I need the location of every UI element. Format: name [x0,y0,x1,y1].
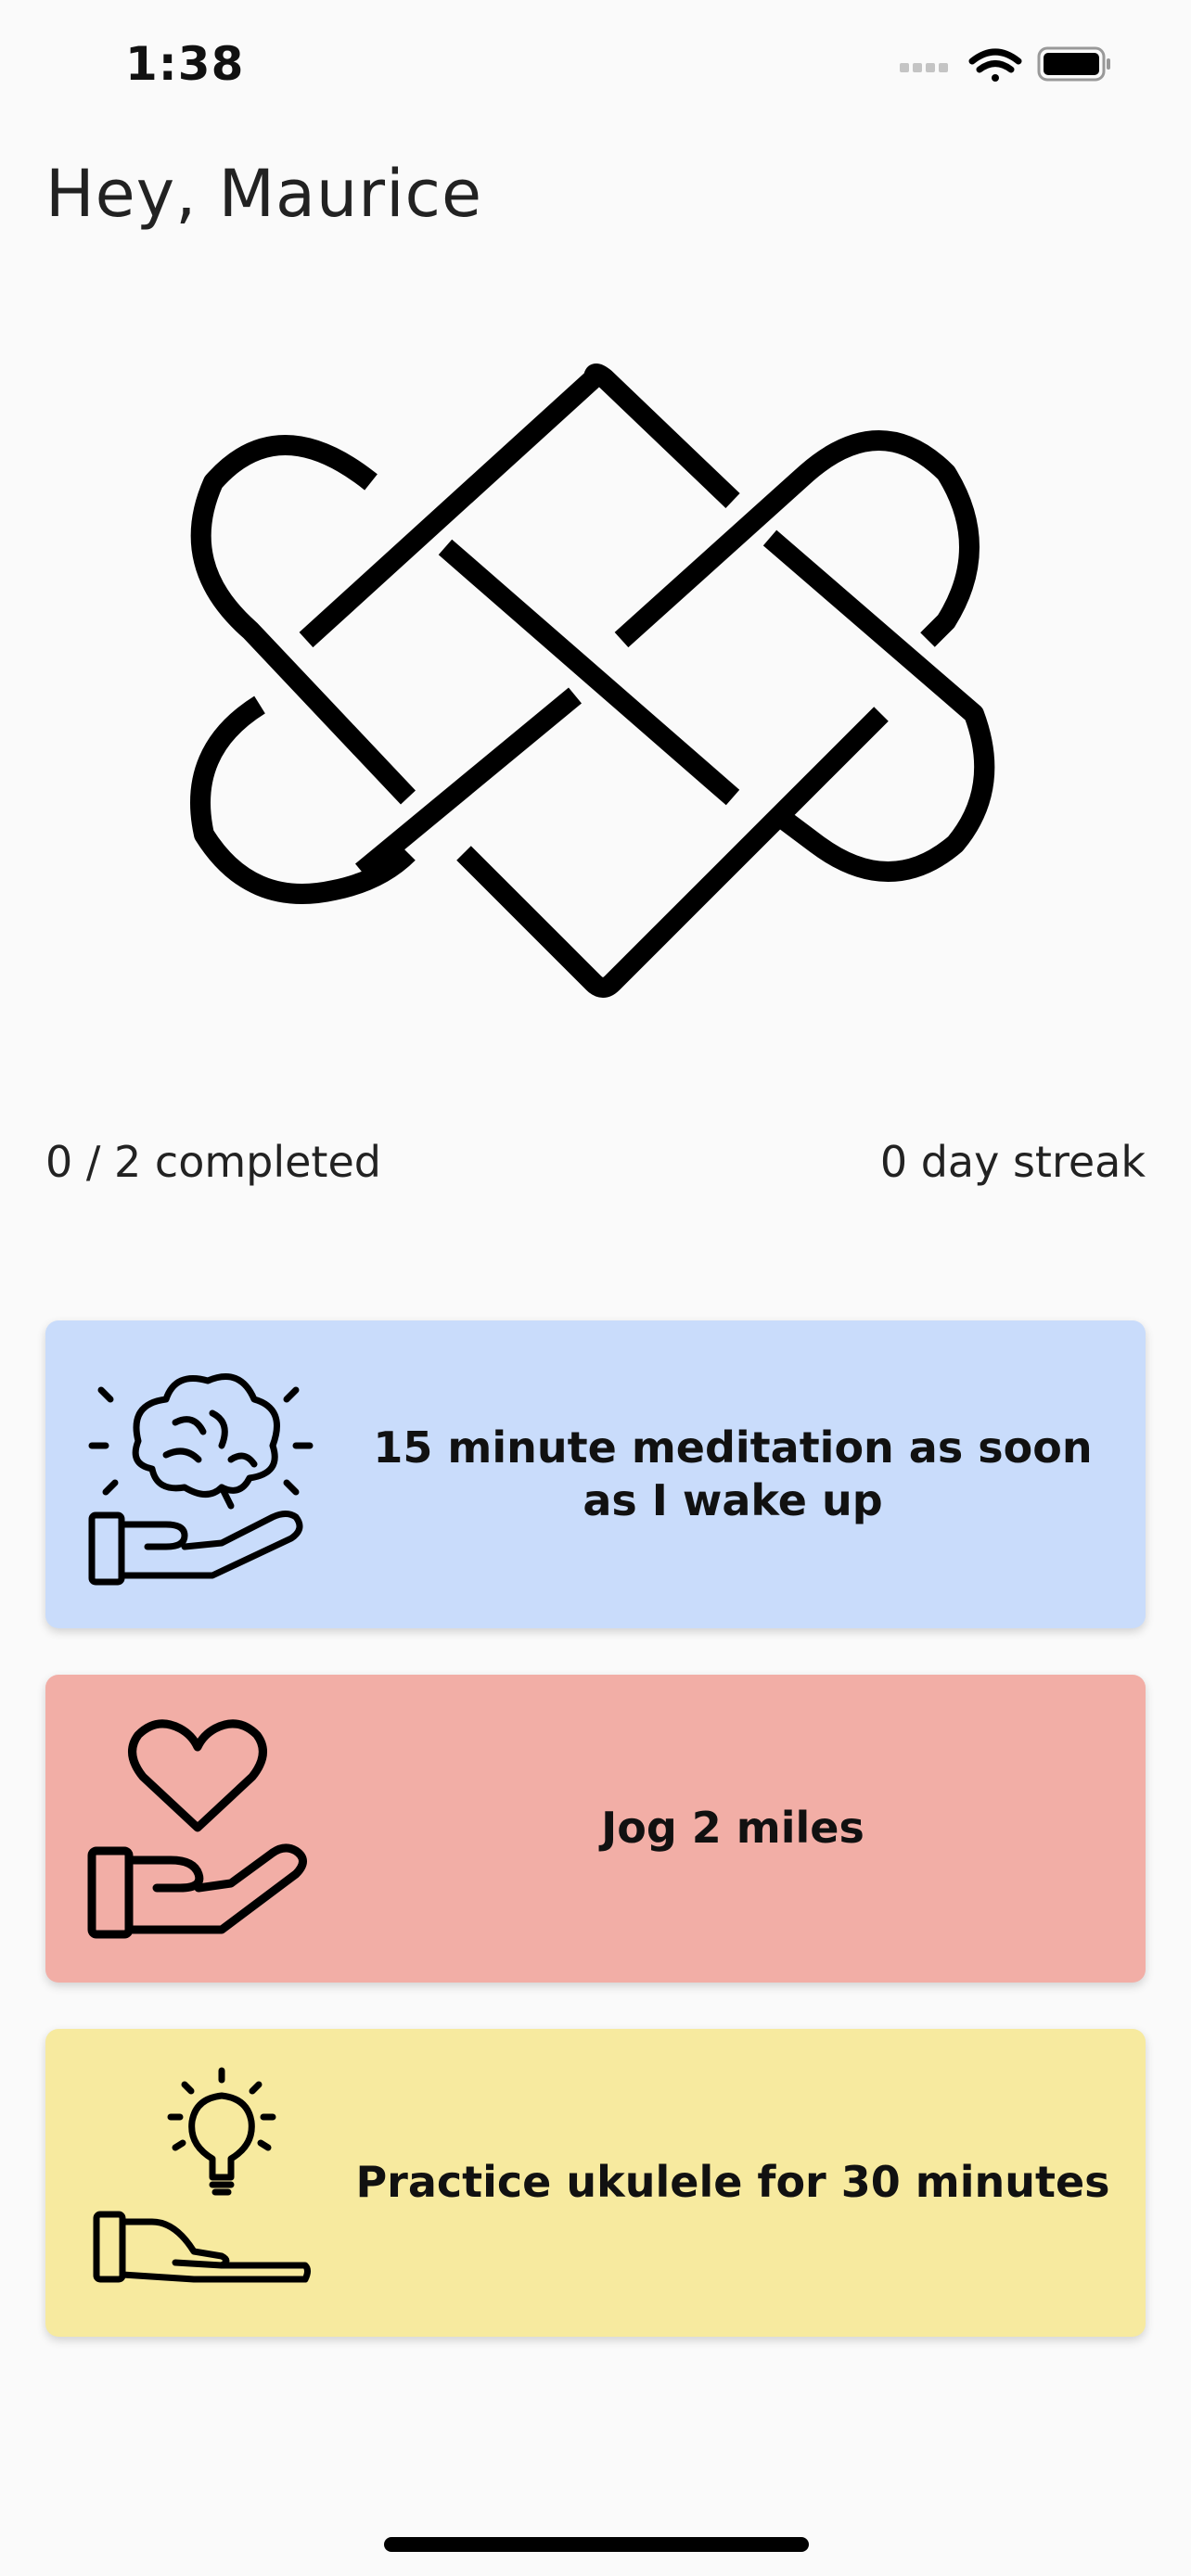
habit-card-ukulele[interactable]: Practice ukulele for 30 minutes [45,2029,1146,2337]
habit-label: Practice ukulele for 30 minutes [355,2157,1110,2208]
cellular-signal-icon [900,63,948,72]
habit-label: 15 minute meditation as soon as I wake u… [373,1422,1093,1526]
lightbulb-in-hand-icon [93,2067,311,2283]
completed-count: 0 / 2 completed [45,1137,381,1187]
home-indicator[interactable] [384,2537,809,2552]
habit-label: Jog 2 miles [601,1803,864,1854]
status-icons [900,46,1110,82]
habit-card-jog[interactable]: Jog 2 miles [45,1675,1146,1983]
habit-card-meditation[interactable]: 15 minute meditation as soon as I wake u… [45,1320,1146,1628]
wifi-icon [968,48,1022,82]
heart-in-hand-icon [87,1719,307,1939]
interwoven-knot-logo [190,363,995,998]
day-streak: 0 day streak [879,1137,1146,1187]
greeting-title: Hey, Maurice [45,156,483,232]
battery-icon [1037,46,1110,82]
status-time: 1:38 [125,37,245,91]
status-bar: 1:38 [0,0,1191,139]
brain-in-hand-icon [88,1373,314,1586]
